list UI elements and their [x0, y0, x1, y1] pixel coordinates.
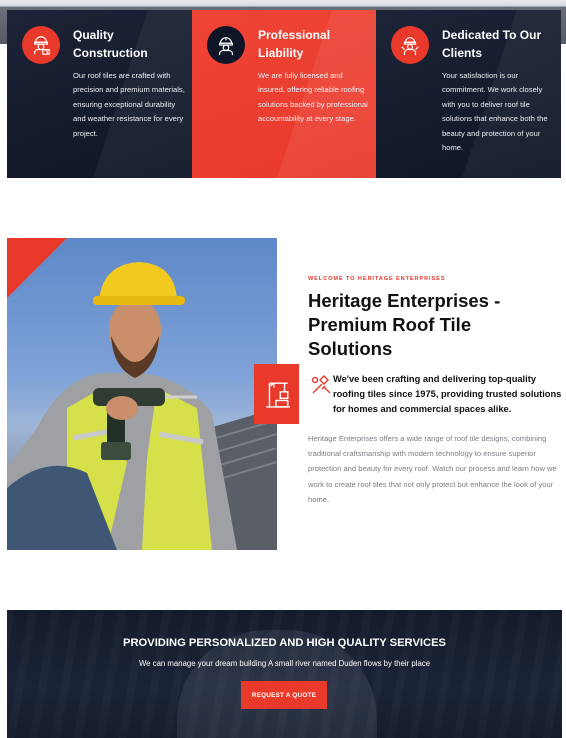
crane-building-icon [254, 364, 299, 424]
feature-text: Your satisfaction is our commitment. We … [442, 71, 548, 153]
roofer-with-drill-photo [7, 238, 277, 550]
feature-title: Professional Liability [258, 28, 331, 60]
hammer-tools-icon [309, 373, 333, 397]
feature-card-liability: Professional Liability We are fully lice… [192, 10, 376, 178]
feature-title: Quality Construction [73, 28, 148, 60]
lead-text: We've been crafting and delivering top-q… [333, 374, 562, 414]
feature-text: We are fully licensed and insured, offer… [258, 71, 368, 124]
feature-card-quality: Quality Construction Our roof tiles are … [7, 10, 192, 178]
page-title: Heritage Enterprises - Premium Roof Tile… [308, 290, 501, 359]
construction-worker-blueprint-icon [22, 26, 60, 64]
cta-subtitle: We can manage your dream building A smal… [138, 659, 431, 668]
feature-title: Dedicated To Our Clients [442, 28, 542, 60]
worker-helmet-icon [207, 26, 245, 64]
body-text: Heritage Enterprises offers a wide range… [308, 434, 557, 504]
cta-title: PROVIDING PERSONALIZED AND HIGH QUALITY … [122, 637, 447, 649]
section-eyebrow: WELCOME TO HERITAGE ENTERPRISES [308, 276, 446, 282]
worker-tools-icon [391, 26, 429, 64]
features-row: Quality Construction Our roof tiles are … [7, 10, 561, 178]
corner-accent [7, 238, 67, 298]
feature-card-clients: Dedicated To Our Clients Your satisfacti… [376, 10, 561, 178]
feature-text: Our roof tiles are crafted with precisio… [73, 71, 185, 138]
cta-banner: PROVIDING PERSONALIZED AND HIGH QUALITY … [7, 610, 562, 738]
request-quote-button[interactable]: REQUEST A QUOTE [241, 681, 327, 709]
